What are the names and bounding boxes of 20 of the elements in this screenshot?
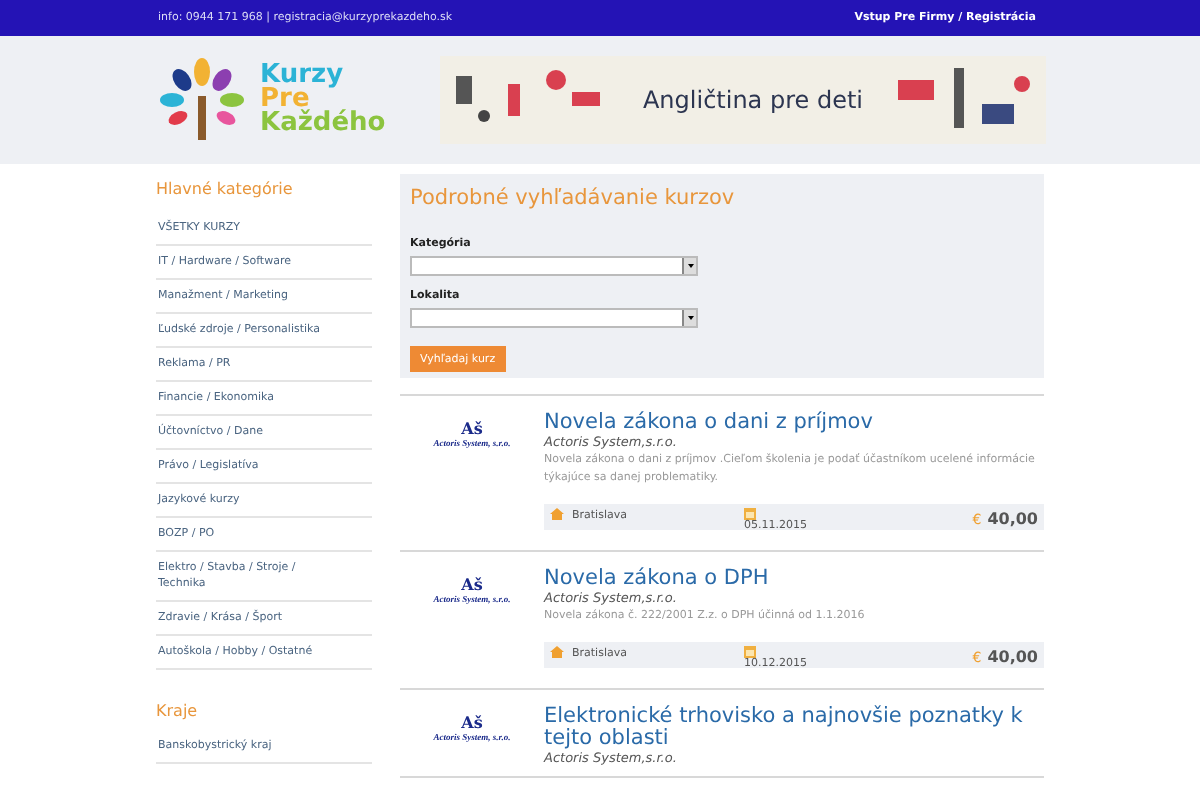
sidebar-heading: Kraje: [156, 702, 200, 722]
home-icon: [550, 646, 564, 658]
dropdown-arrow-icon: [682, 258, 696, 274]
banner-text: Angličtina pre deti: [642, 84, 864, 118]
dropdown-arrow-icon: [682, 310, 696, 327]
sidebar-heading: Hlavné kategórie: [156, 180, 295, 200]
home-icon: [550, 508, 564, 520]
course-title[interactable]: Novela zákona o dani z príjmov: [544, 412, 1044, 434]
search-title: Podrobné vyhľadávanie kurzov: [410, 184, 737, 214]
select-field[interactable]: [410, 308, 698, 329]
select-field[interactable]: [410, 256, 698, 276]
logo-text: Kurzy: [260, 64, 346, 88]
calendar-icon: [744, 508, 756, 520]
course-price: 40,00: [987, 646, 1038, 670]
logo-text: Každého: [260, 112, 386, 136]
course-title[interactable]: Elektronické trhovisko a najnovšie poznatky k tejto oblasti: [544, 706, 1044, 750]
course-title[interactable]: Novela zákona o DPH: [544, 568, 1044, 590]
logo-text: Pre: [260, 88, 310, 112]
calendar-icon: [744, 646, 756, 658]
course-price: 40,00: [987, 508, 1038, 532]
